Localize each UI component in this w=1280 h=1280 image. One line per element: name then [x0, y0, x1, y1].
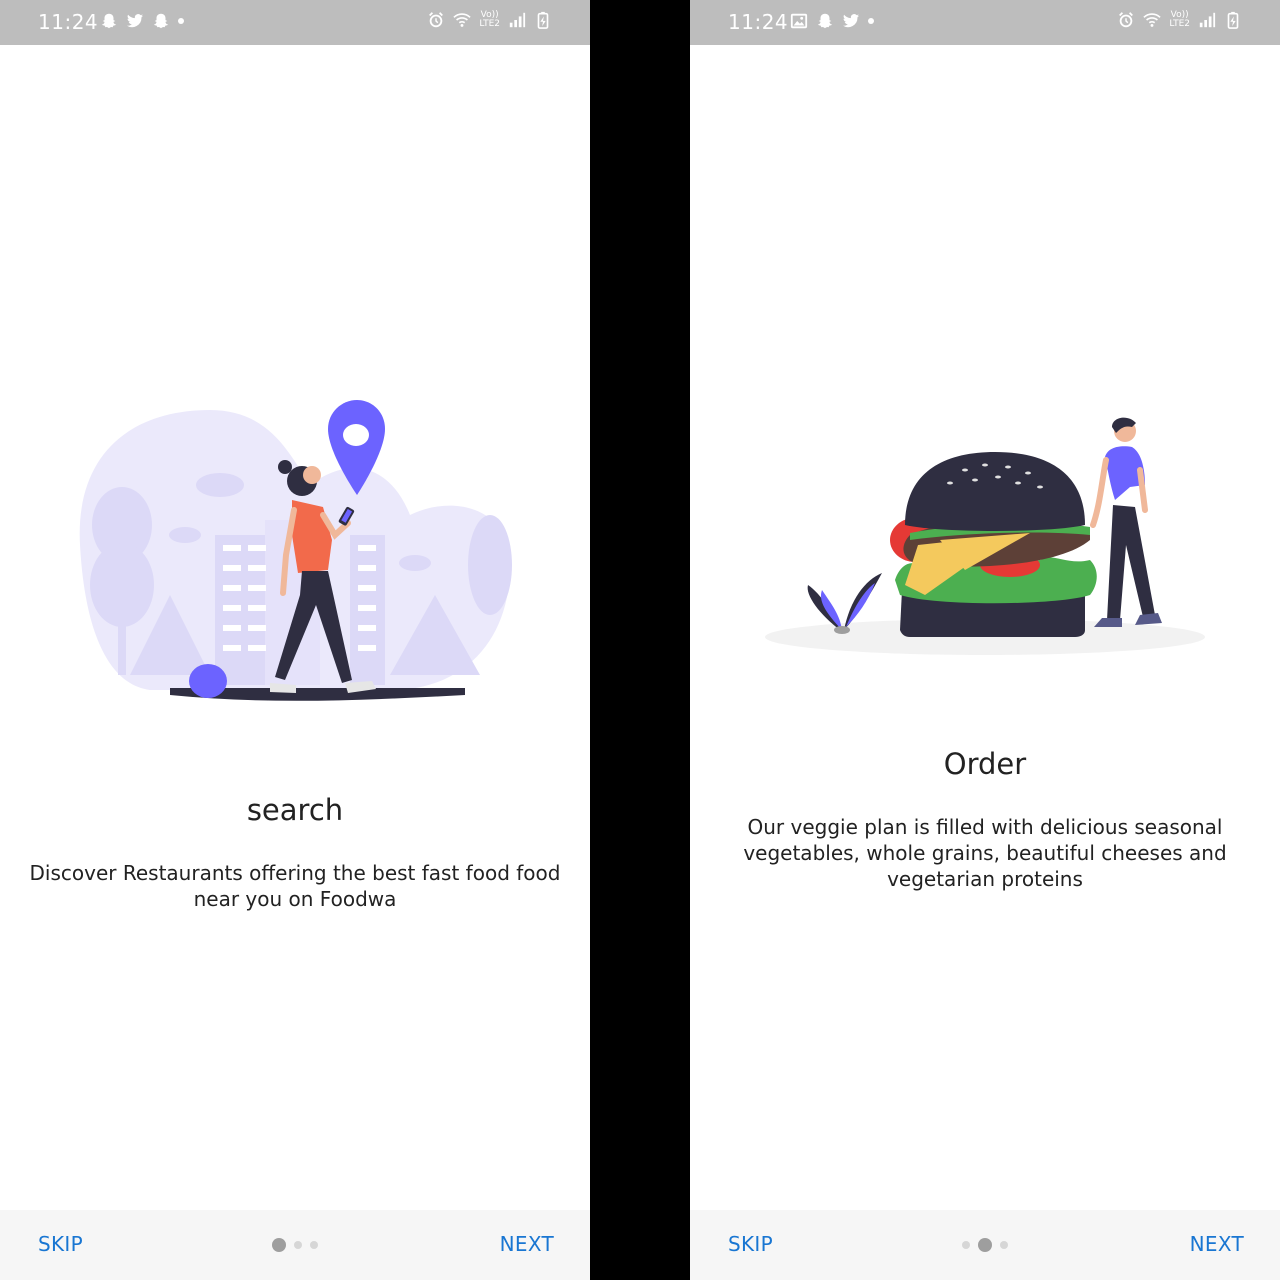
onboarding-screen-order: 11:24 Vo)) LTE2 Order Our veggie plan is… — [690, 0, 1280, 1280]
snapchat-icon — [817, 13, 833, 29]
onboarding-bottom-bar: SKIP NEXT — [690, 1210, 1280, 1280]
page-dot-3 — [1000, 1241, 1008, 1249]
status-time: 11:24 — [728, 10, 789, 34]
wifi-icon — [453, 13, 471, 27]
image-icon — [790, 13, 808, 29]
slide-description: Discover Restaurants offering the best f… — [29, 861, 561, 911]
page-dot-3 — [310, 1241, 318, 1249]
onboarding-bottom-bar: SKIP NEXT — [0, 1210, 590, 1280]
wifi-icon — [1143, 13, 1161, 27]
skip-button[interactable]: SKIP — [38, 1232, 83, 1256]
twitter-icon — [842, 14, 860, 28]
lte-icon: Vo)) LTE2 — [479, 10, 500, 29]
page-indicator — [272, 1238, 318, 1252]
skip-button[interactable]: SKIP — [728, 1232, 773, 1256]
battery-charging-icon — [1227, 11, 1239, 29]
status-time: 11:24 — [38, 10, 99, 34]
onboarding-screen-search: 11:24 Vo)) LTE2 search Discover Restaura… — [0, 0, 590, 1280]
page-dot-2 — [978, 1238, 992, 1252]
slide-description: Our veggie plan is filled with delicious… — [743, 815, 1227, 891]
next-button[interactable]: NEXT — [500, 1232, 554, 1256]
slide-title: search — [246, 793, 344, 827]
notification-dot — [178, 18, 184, 24]
signal-icon — [509, 12, 526, 28]
burger-illustration — [765, 417, 1205, 655]
page-dot-1 — [962, 1241, 970, 1249]
alarm-icon — [429, 12, 444, 28]
signal-icon — [1199, 12, 1216, 28]
slide-title: Order — [943, 747, 1027, 781]
lte-icon: Vo)) LTE2 — [1169, 10, 1190, 29]
next-button[interactable]: NEXT — [1190, 1232, 1244, 1256]
alarm-icon — [1119, 12, 1134, 28]
battery-charging-icon — [537, 11, 549, 29]
page-dot-2 — [294, 1241, 302, 1249]
woman-walking-illustration — [79, 400, 512, 701]
twitter-icon — [126, 14, 144, 28]
status-bar: 11:24 Vo)) LTE2 — [0, 0, 590, 45]
snapchat-icon — [101, 13, 117, 29]
status-bar: 11:24 Vo)) LTE2 — [690, 0, 1280, 45]
notification-dot — [868, 18, 874, 24]
snapchat-icon — [153, 13, 169, 29]
page-indicator — [962, 1238, 1008, 1252]
page-dot-1 — [272, 1238, 286, 1252]
